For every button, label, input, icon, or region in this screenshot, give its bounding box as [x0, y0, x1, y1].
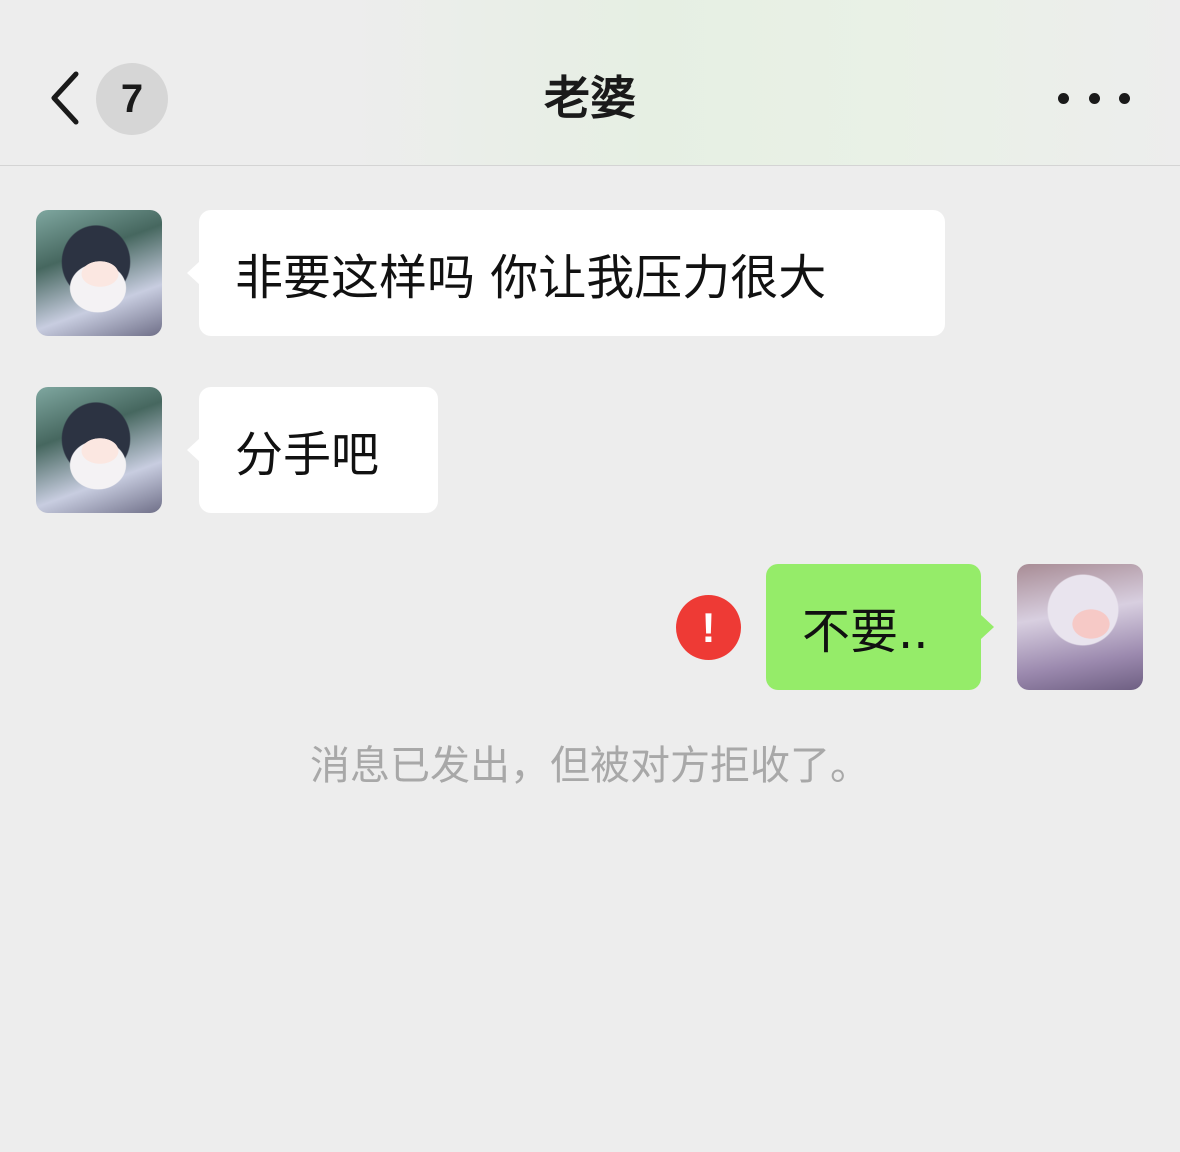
outgoing-message-bubble[interactable]: 不要..: [766, 564, 994, 690]
send-failed-icon[interactable]: !: [676, 595, 741, 660]
more-options-button[interactable]: [1058, 80, 1130, 116]
message-text: 分手吧: [235, 427, 380, 483]
unread-count-badge[interactable]: 7: [96, 63, 168, 135]
incoming-message-bubble[interactable]: 非要这样吗 你让我压力很大: [187, 210, 945, 336]
back-button[interactable]: [40, 66, 90, 130]
ellipsis-icon: [1058, 92, 1069, 104]
ellipsis-icon: [1088, 92, 1100, 104]
chat-screen: 7 老婆 非要这样吗 你让我压力很大 分手吧 ! 不要.. 消息已发出，但被对方…: [0, 0, 1180, 1152]
ellipsis-icon: [1119, 92, 1130, 104]
contact-avatar[interactable]: [36, 387, 162, 513]
incoming-message-bubble[interactable]: 分手吧: [187, 387, 438, 513]
chat-title: 老婆: [544, 71, 636, 125]
contact-avatar[interactable]: [36, 210, 162, 336]
chevron-left-icon: [51, 71, 79, 125]
my-avatar[interactable]: [1017, 564, 1143, 690]
message-text: 不要..: [802, 604, 929, 660]
message-text: 非要这样吗 你让我压力很大: [235, 250, 827, 306]
system-notice: 消息已发出，但被对方拒收了。: [310, 743, 870, 789]
chat-header: 7 老婆: [0, 0, 1180, 166]
